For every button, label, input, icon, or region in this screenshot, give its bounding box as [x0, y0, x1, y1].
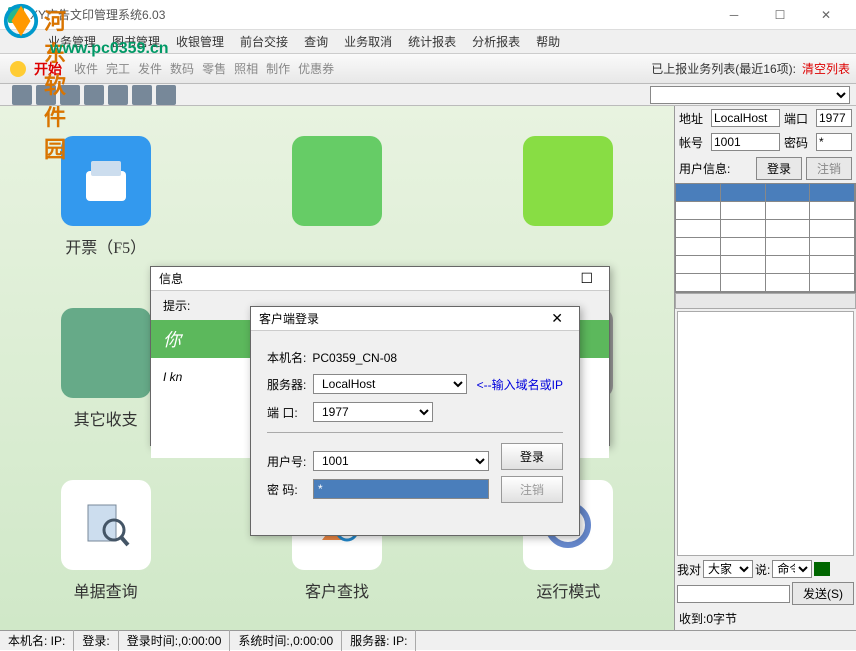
tool-done[interactable]: 完工	[106, 60, 130, 77]
main-area: 开票（F5） 其它收支 单据查询 客户查找 运行模式 信息☐ 提示: 你 I k…	[0, 106, 674, 630]
addr-label: 地址	[679, 110, 707, 127]
icon-label: 单据查询	[74, 578, 138, 602]
acct-input[interactable]	[711, 133, 780, 151]
side-logout-button[interactable]: 注销	[806, 157, 852, 180]
app-icon	[8, 7, 24, 23]
status-login: 登录:	[74, 630, 118, 651]
info-hint: 提示:	[163, 299, 190, 313]
login-dialog: 客户端登录 ✕ 本机名: PC0359_CN-08 服务器: LocalHost <--…	[250, 306, 580, 536]
chat-log	[677, 311, 854, 556]
start-label[interactable]: 开始	[34, 59, 62, 79]
chat-target-select[interactable]: 大家	[703, 560, 753, 578]
minimize-button[interactable]: ─	[712, 1, 756, 29]
window-title: XY广告文印管理系统6.03	[30, 6, 712, 23]
window-controls: ─ ☐ ✕	[712, 1, 848, 29]
user-label: 用户号:	[267, 453, 307, 470]
app-icon-invoice[interactable]: 开票（F5）	[30, 136, 181, 258]
titlebar: XY广告文印管理系统6.03 ─ ☐ ✕	[0, 0, 856, 30]
tool-send[interactable]: 发件	[138, 60, 162, 77]
tool-make[interactable]: 制作	[266, 60, 290, 77]
menu-query[interactable]: 查询	[296, 30, 336, 53]
menu-business[interactable]: 业务管理	[40, 30, 104, 53]
user-info-label: 用户信息:	[679, 160, 730, 177]
pwd-label: 密 码:	[267, 481, 307, 498]
icon-label: 客户查找	[305, 578, 369, 602]
statusbar: 本机名: IP: 登录: 登录时间:,0:00:00 系统时间:,0:00:00…	[0, 630, 856, 650]
password-input[interactable]	[313, 479, 489, 499]
menu-front[interactable]: 前台交接	[232, 30, 296, 53]
me-to-label: 我对	[677, 561, 701, 578]
menu-book[interactable]: 图书管理	[104, 30, 168, 53]
icon-label: 运行模式	[536, 578, 600, 602]
status-sys-time: 系统时间:,0:00:00	[230, 630, 342, 651]
menu-help[interactable]: 帮助	[528, 30, 568, 53]
port-label: 端 口:	[267, 404, 307, 421]
icon-label: 其它收支	[74, 406, 138, 430]
acct-label: 帐号	[679, 134, 707, 151]
logout-button[interactable]: 注销	[501, 476, 563, 503]
login-button[interactable]: 登录	[501, 443, 563, 470]
chat-cmd-select[interactable]: 命令	[772, 560, 812, 578]
send-button[interactable]: 发送(S)	[792, 582, 854, 605]
report-dropdown[interactable]	[650, 86, 850, 104]
machine-label: 本机名:	[267, 349, 306, 366]
status-server: 服务器: IP:	[342, 630, 416, 651]
info-dialog-title: 信息	[159, 270, 183, 287]
login-dialog-title: 客户端登录	[259, 310, 319, 327]
pwd-label: 密码	[784, 134, 812, 151]
toolbar-icon[interactable]	[12, 85, 32, 105]
info-body-text: I kn	[163, 370, 182, 384]
recv-label: 收到:0字节	[679, 610, 737, 627]
tool-retail[interactable]: 零售	[202, 60, 226, 77]
port-input[interactable]	[816, 109, 852, 127]
toolbar-icon[interactable]	[132, 85, 152, 105]
grid-scrollbar[interactable]	[675, 293, 856, 309]
port-label: 端口	[784, 110, 812, 127]
app-icon-bill-query[interactable]: 单据查询	[30, 480, 181, 602]
start-icon	[10, 61, 26, 77]
app-icon-2[interactable]	[261, 136, 412, 258]
clear-list-button[interactable]: 清空列表	[802, 60, 850, 77]
menubar: 业务管理 图书管理 收银管理 前台交接 查询 业务取消 统计报表 分析报表 帮助	[0, 30, 856, 54]
machine-name: PC0359_CN-08	[312, 351, 397, 365]
addr-input[interactable]	[711, 109, 780, 127]
user-grid[interactable]	[675, 183, 856, 293]
chat-input[interactable]	[677, 585, 790, 603]
menu-analysis[interactable]: 分析报表	[464, 30, 528, 53]
tool-digital[interactable]: 数码	[170, 60, 194, 77]
close-button[interactable]: ✕	[804, 1, 848, 29]
report-label: 已上报业务列表(最近16项):	[651, 60, 796, 77]
toolbar-icon[interactable]	[108, 85, 128, 105]
login-close-button[interactable]: ✕	[543, 310, 571, 327]
tool-photo[interactable]: 照相	[234, 60, 258, 77]
side-panel: 地址 端口 帐号 密码 用户信息: 登录 注销 我对	[674, 106, 856, 630]
tool-coupon[interactable]: 优惠券	[298, 60, 334, 77]
pwd-input[interactable]	[816, 133, 852, 151]
port-combo[interactable]: 1977	[313, 402, 433, 422]
status-machine: 本机名: IP:	[0, 630, 74, 651]
status-login-time: 登录时间:,0:00:00	[119, 630, 231, 651]
tool-recv[interactable]: 收件	[74, 60, 98, 77]
app-icon-3[interactable]	[493, 136, 644, 258]
menu-cancel[interactable]: 业务取消	[336, 30, 400, 53]
color-swatch[interactable]	[814, 562, 830, 576]
toolbar-icon[interactable]	[84, 85, 104, 105]
info-close-button[interactable]: ☐	[572, 270, 601, 287]
menu-stats[interactable]: 统计报表	[400, 30, 464, 53]
toolbar: 开始 收件 完工 发件 数码 零售 照相 制作 优惠券 已上报业务列表(最近16…	[0, 54, 856, 84]
menu-cash[interactable]: 收银管理	[168, 30, 232, 53]
server-label: 服务器:	[267, 376, 307, 393]
icon-label: 开票（F5）	[65, 234, 146, 258]
toolbar-icon[interactable]	[60, 85, 80, 105]
tool-icon-row	[12, 85, 176, 105]
say-label: 说:	[755, 561, 770, 578]
side-login-button[interactable]: 登录	[756, 157, 802, 180]
maximize-button[interactable]: ☐	[758, 1, 802, 29]
server-combo[interactable]: LocalHost	[313, 374, 467, 394]
toolbar-icon[interactable]	[156, 85, 176, 105]
toolbar-icon[interactable]	[36, 85, 56, 105]
server-hint: <--输入域名或IP	[477, 376, 563, 393]
user-combo[interactable]: 1001	[313, 451, 489, 471]
